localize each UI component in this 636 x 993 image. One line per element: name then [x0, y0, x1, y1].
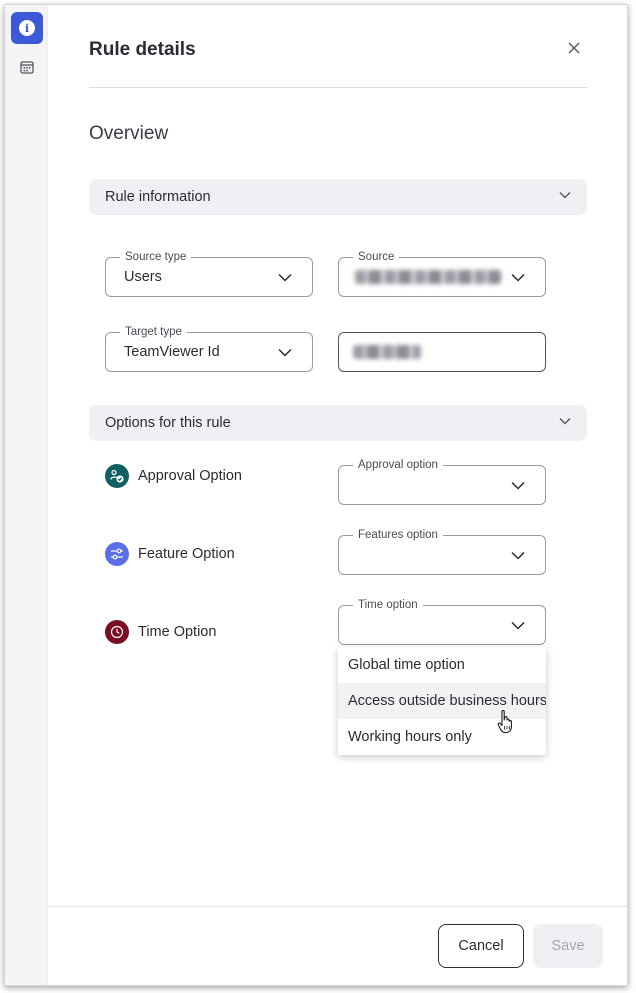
- approval-option-label: Approval Option: [138, 468, 242, 484]
- chevron-down-icon: [511, 481, 525, 490]
- chevron-down-icon: [559, 192, 571, 199]
- chevron-down-icon: [511, 273, 525, 282]
- field-label: Approval option: [353, 458, 443, 472]
- section-label: Options for this rule: [105, 415, 231, 431]
- chevron-down-icon: [559, 418, 571, 425]
- time-option-dropdown: Global time option Access outside busine…: [338, 647, 546, 755]
- rule-details-window: i Rule details Overview Rule information: [4, 4, 628, 986]
- section-label: Rule information: [105, 189, 211, 205]
- feature-option-row: Feature Option: [105, 542, 235, 566]
- info-icon: i: [19, 20, 35, 36]
- header-divider: [89, 87, 587, 88]
- features-option-select[interactable]: Features option: [338, 528, 546, 575]
- calendar-rail-button[interactable]: [11, 53, 43, 81]
- clock-icon: [105, 620, 129, 644]
- chevron-down-icon: [278, 348, 292, 357]
- field-label: Source type: [120, 250, 192, 264]
- save-button[interactable]: Save: [533, 924, 603, 968]
- close-icon: [568, 42, 580, 54]
- target-id-input[interactable]: [338, 332, 546, 372]
- sliders-icon: [105, 542, 129, 566]
- rule-information-section[interactable]: Rule information: [89, 179, 587, 215]
- field-label: Target type: [120, 325, 187, 339]
- time-option-select[interactable]: Time option: [338, 598, 546, 645]
- redacted-value: [353, 345, 421, 359]
- approval-option-select[interactable]: Approval option: [338, 458, 546, 505]
- time-option-row: Time Option: [105, 620, 216, 644]
- info-rail-button[interactable]: i: [11, 12, 43, 44]
- field-value: TeamViewer Id: [124, 344, 220, 360]
- redacted-value: [355, 270, 501, 284]
- feature-option-label: Feature Option: [138, 546, 235, 562]
- chevron-down-icon: [511, 621, 525, 630]
- source-select[interactable]: Source: [338, 250, 546, 297]
- cancel-button[interactable]: Cancel: [438, 924, 524, 968]
- field-label: Source: [353, 250, 400, 264]
- approval-icon: [105, 464, 129, 488]
- side-rail: i: [5, 5, 48, 985]
- overview-heading: Overview: [89, 123, 169, 144]
- approval-option-row: Approval Option: [105, 464, 242, 488]
- target-type-select[interactable]: Target type TeamViewer Id: [105, 325, 313, 372]
- footer-divider: [48, 906, 627, 907]
- close-button[interactable]: [563, 37, 585, 59]
- field-value: Users: [124, 269, 162, 285]
- options-section[interactable]: Options for this rule: [89, 405, 587, 441]
- field-label: Time option: [353, 598, 423, 612]
- chevron-down-icon: [511, 551, 525, 560]
- source-type-select[interactable]: Source type Users: [105, 250, 313, 297]
- calendar-icon: [20, 61, 34, 74]
- panel-title: Rule details: [89, 39, 196, 60]
- dropdown-item[interactable]: Global time option: [338, 647, 546, 683]
- time-option-label: Time Option: [138, 624, 217, 640]
- field-label: Features option: [353, 528, 443, 542]
- chevron-down-icon: [278, 273, 292, 282]
- hand-cursor-icon: [497, 709, 512, 734]
